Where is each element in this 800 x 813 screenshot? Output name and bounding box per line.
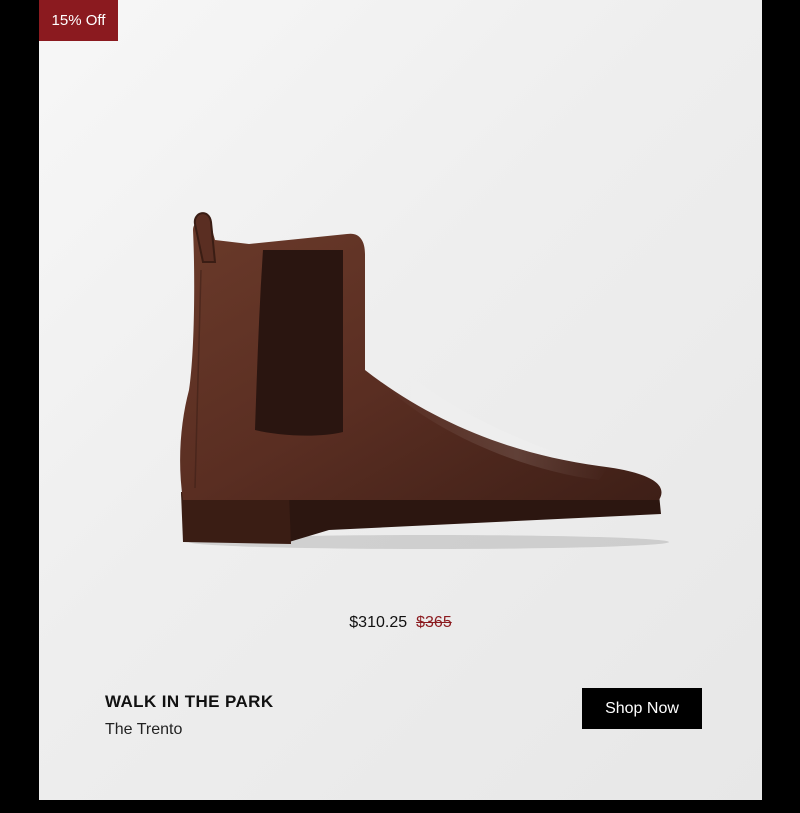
product-name: The Trento [105, 721, 183, 738]
product-card[interactable]: 15% Off $310.25 $365 WALK IN THE PARK Th… [39, 0, 762, 800]
price-current: $310.25 [349, 614, 408, 631]
price-original: $365 [416, 614, 452, 631]
discount-badge: 15% Off [39, 0, 118, 41]
price-row: $310.25 $365 [39, 614, 762, 632]
shop-now-button[interactable]: Shop Now [582, 688, 702, 729]
product-image[interactable] [129, 210, 669, 555]
collection-title: WALK IN THE PARK [105, 692, 274, 711]
boot-elastic-panel [255, 250, 343, 436]
boot-upper [180, 221, 662, 500]
